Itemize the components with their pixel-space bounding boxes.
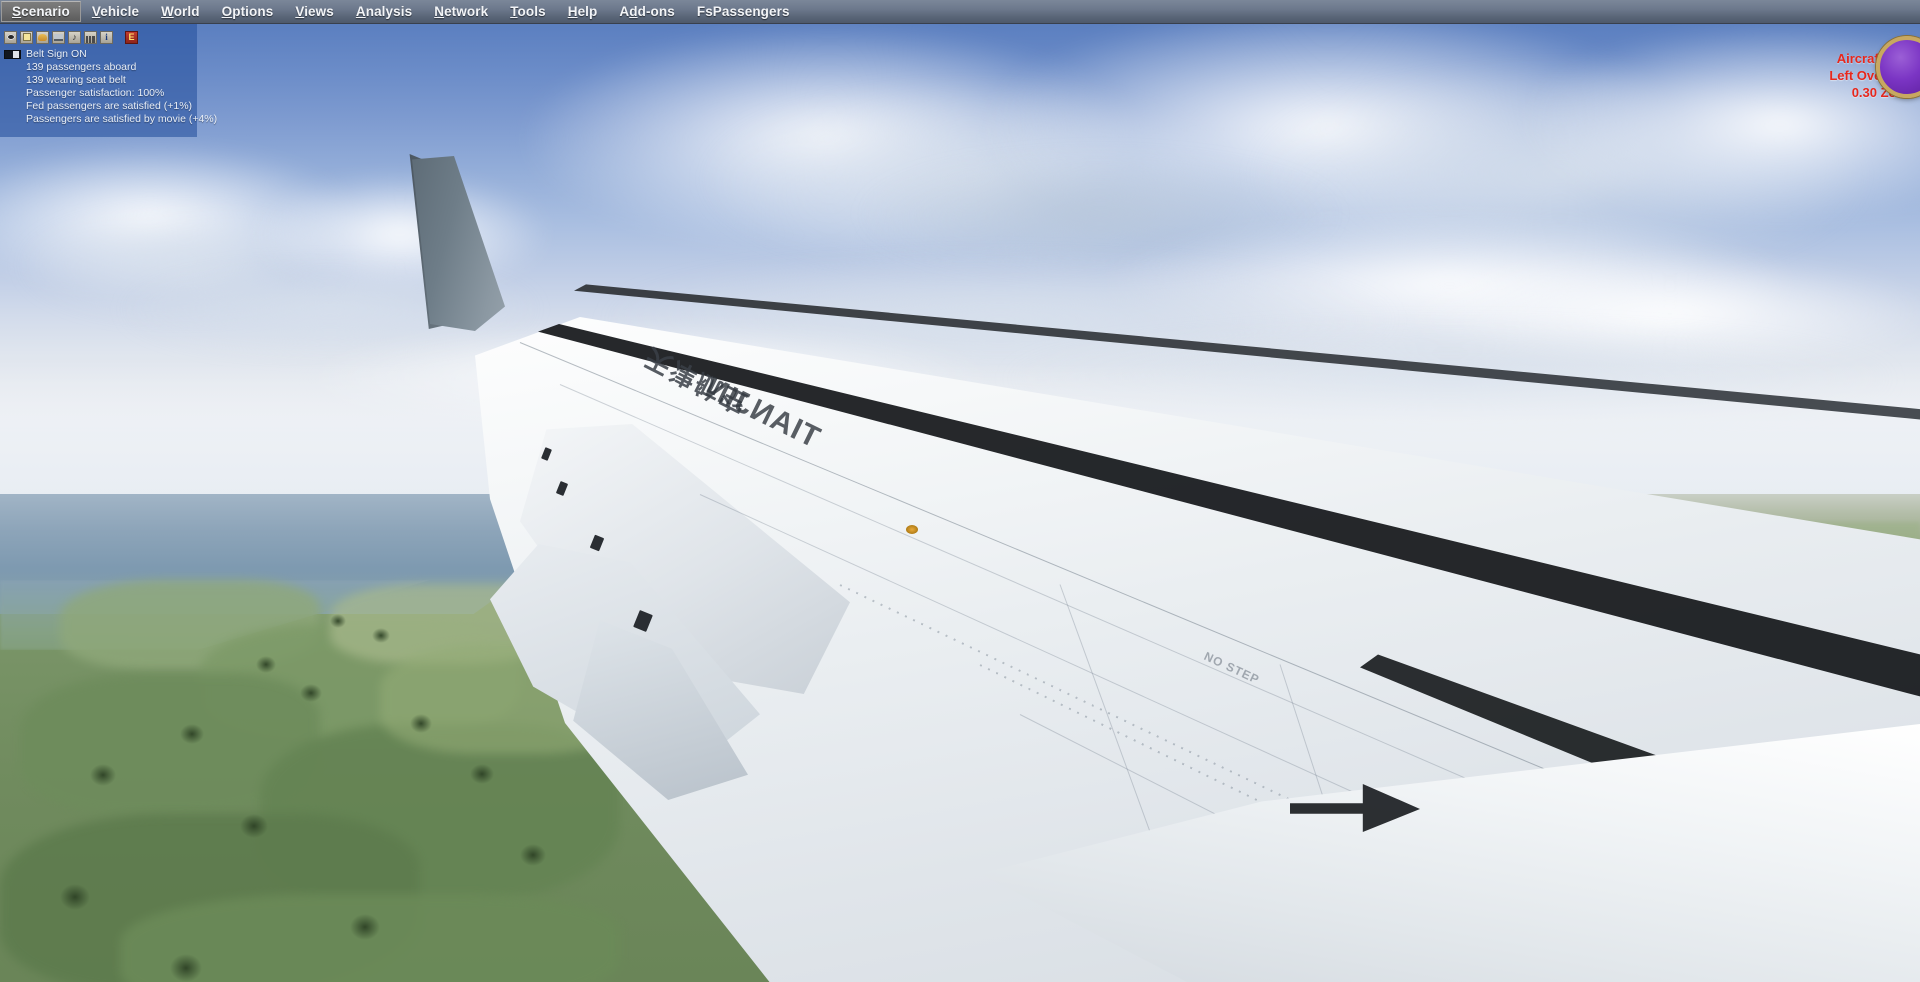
menu-item-label: FsPassengers <box>696 4 790 19</box>
menu-item-help[interactable]: Help <box>557 0 609 23</box>
menu-item-add-ons[interactable]: Add-ons <box>608 0 685 23</box>
status-line: Passengers are satisfied by movie (+4%) <box>26 113 218 125</box>
wing-beacon-light <box>906 525 918 534</box>
menu-item-world[interactable]: World <box>150 0 211 23</box>
fspassengers-toolbar: ♪ i E <box>4 30 192 44</box>
menu-item-label: World <box>161 4 200 19</box>
seat-belt-sign-icon[interactable] <box>52 30 65 44</box>
status-line: Fed passengers are satisfied (+1%) <box>26 100 193 112</box>
serve-meal-icon[interactable] <box>36 30 49 44</box>
view-info-overlay: Aircraft View Left Overwing 0.30 Zoom <box>1829 36 1920 101</box>
menu-item-analysis[interactable]: Analysis <box>345 0 423 23</box>
status-line: Passenger satisfaction: 100% <box>26 87 165 99</box>
status-line: 139 passengers aboard <box>26 61 137 73</box>
menu-item-vehicle[interactable]: Vehicle <box>81 0 150 23</box>
menu-item-label: Views <box>295 4 334 19</box>
menu-item-label: Scenario <box>12 4 70 19</box>
menu-item-scenario[interactable]: Scenario <box>1 1 81 22</box>
flight-simulator-window: Scenario Vehicle World Options Views Ana… <box>0 0 1920 982</box>
menu-item-label: Tools <box>510 4 546 19</box>
music-icon[interactable]: ♪ <box>68 30 81 44</box>
aircraft-wing: NO STEP 天津航空 TIANJIN <box>0 24 1920 982</box>
belt-sign-status-row: Belt Sign ON <box>4 48 192 61</box>
menu-item-label: Network <box>434 4 489 19</box>
simulator-viewport: NO STEP 天津航空 TIANJIN Aircraft View Left … <box>0 24 1920 982</box>
emergency-icon[interactable]: E <box>125 30 138 44</box>
view-cabin-icon[interactable] <box>4 30 17 44</box>
winglet <box>412 156 505 331</box>
info-icon[interactable]: i <box>100 30 113 44</box>
belt-sign-toggle[interactable] <box>4 50 21 59</box>
menu-item-label: Options <box>221 4 274 19</box>
menu-item-views[interactable]: Views <box>284 0 345 23</box>
menu-bar: Scenario Vehicle World Options Views Ana… <box>0 0 1920 24</box>
belt-sign-label: Belt Sign ON <box>26 48 87 60</box>
menu-item-network[interactable]: Network <box>423 0 499 23</box>
menu-item-label: Vehicle <box>91 4 140 19</box>
statistics-icon[interactable] <box>84 30 97 44</box>
menu-item-fspassengers[interactable]: FsPassengers <box>686 0 801 23</box>
menu-item-tools[interactable]: Tools <box>499 0 557 23</box>
announcement-icon[interactable] <box>20 30 33 44</box>
menu-item-options[interactable]: Options <box>211 0 285 23</box>
fspassengers-panel: ♪ i E Belt Sign ON 139 passengers aboard… <box>0 24 218 137</box>
status-line: 139 wearing seat belt <box>26 74 126 86</box>
menu-bar-filler <box>801 0 1920 23</box>
menu-item-label: Analysis <box>355 4 413 19</box>
fspassengers-status-list: 139 passengers aboard 139 wearing seat b… <box>26 61 218 126</box>
menu-item-label: Add-ons <box>619 4 675 19</box>
menu-item-label: Help <box>567 4 598 19</box>
